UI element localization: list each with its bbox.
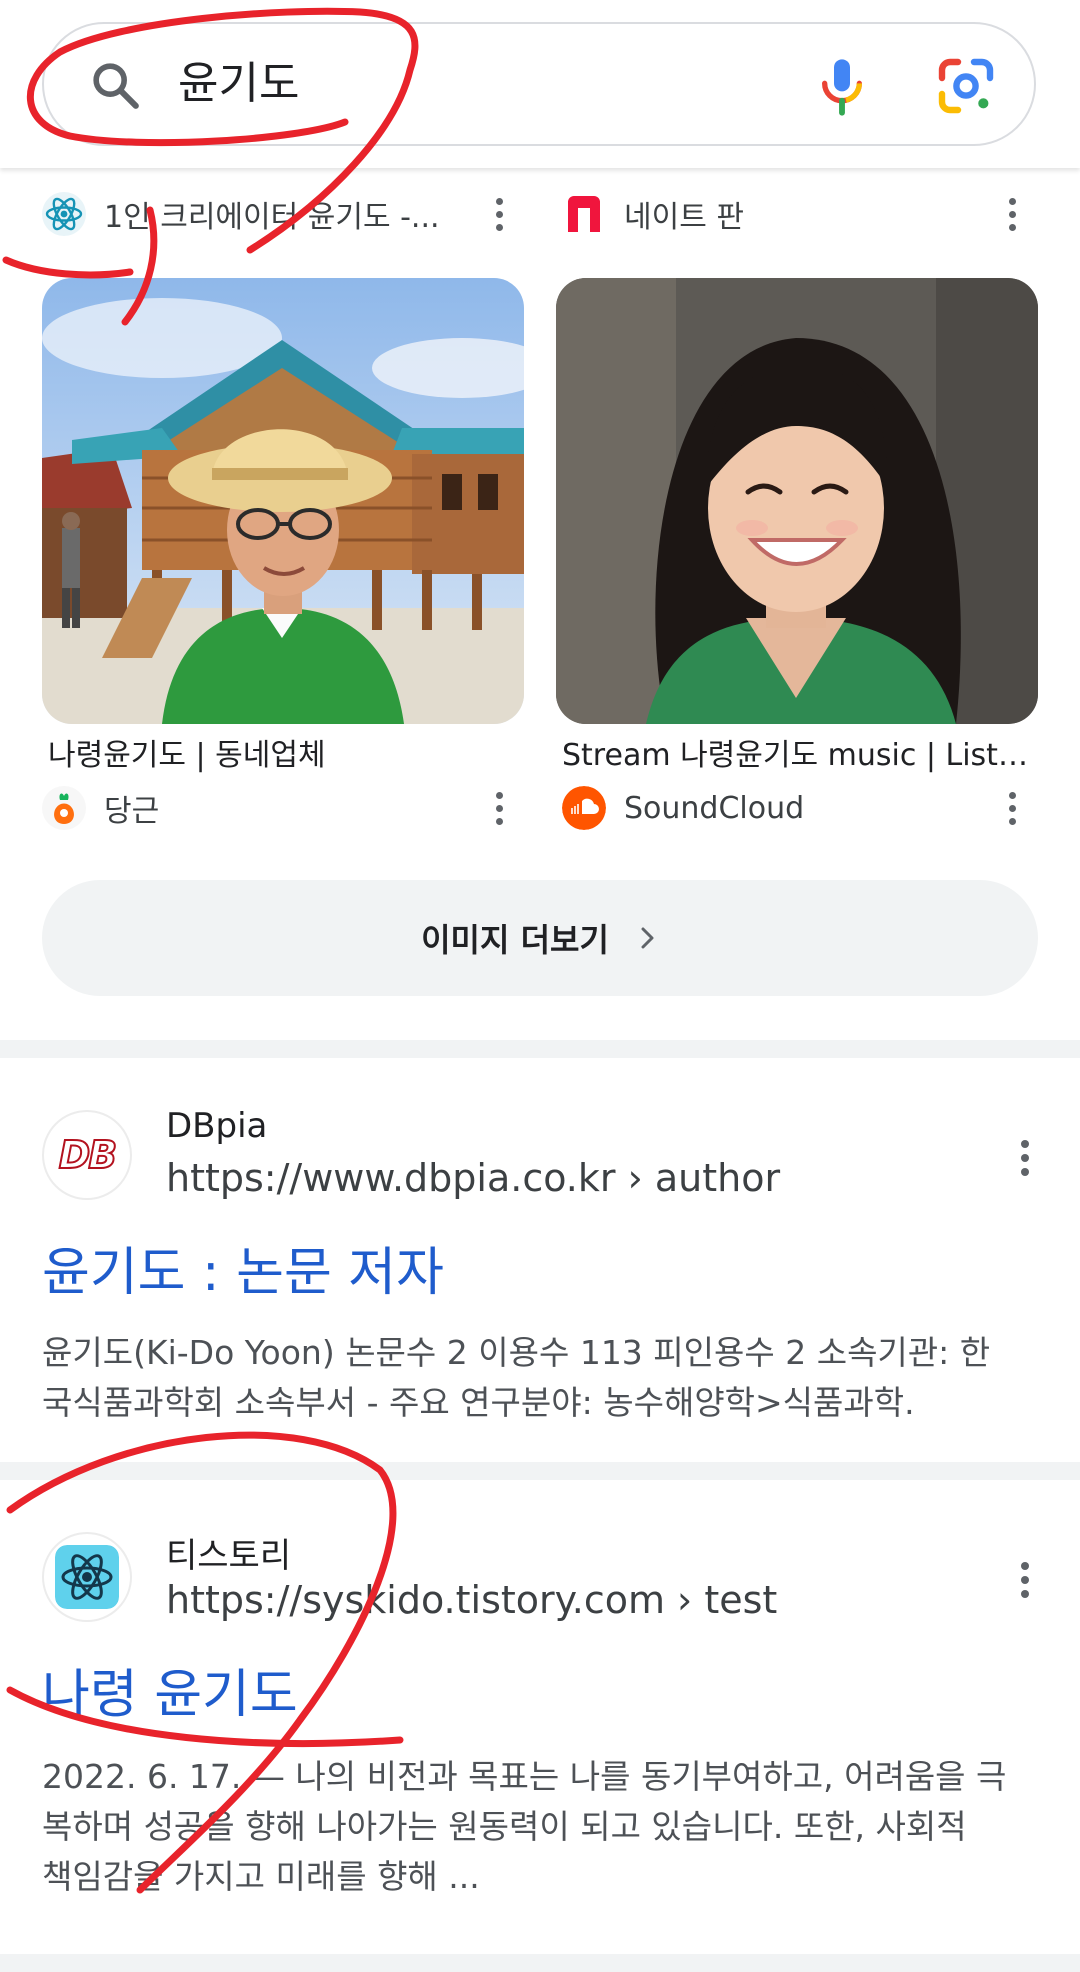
google-lens-icon[interactable] <box>934 54 998 118</box>
more-options-icon[interactable] <box>1010 1548 1040 1608</box>
more-images-label: 이미지 더보기 <box>421 921 609 959</box>
more-options-icon[interactable] <box>484 780 514 836</box>
more-images-button[interactable]: 이미지 더보기 <box>42 880 1038 996</box>
search-input[interactable]: 윤기도 <box>178 54 299 114</box>
nate-logo-icon <box>562 192 606 236</box>
image-source-name: 1인 크리에이터 윤기도 -... <box>104 200 440 235</box>
section-divider <box>0 1462 1080 1480</box>
image-source-row[interactable]: 1인 크리에이터 윤기도 -... <box>42 186 442 242</box>
image-result-thumbnail[interactable] <box>556 278 1038 724</box>
search-icon[interactable] <box>88 58 144 114</box>
result-site-name[interactable]: DBpia <box>166 1106 267 1146</box>
more-options-icon[interactable] <box>484 186 514 242</box>
result-url[interactable]: https://syskido.tistory.com › test <box>166 1578 777 1622</box>
image-source-name: SoundCloud <box>624 790 805 826</box>
soundcloud-icon <box>562 786 606 830</box>
more-options-icon[interactable] <box>1010 1126 1040 1186</box>
result-url[interactable]: https://www.dbpia.co.kr › author <box>166 1156 780 1200</box>
image-source-row[interactable]: SoundCloud <box>562 780 962 836</box>
result-site-name[interactable]: 티스토리 <box>166 1528 291 1577</box>
snippet-line: 윤기도(Ki-Do Yoon) 논문수 2 이용수 113 피인용수 2 소속기… <box>42 1333 991 1372</box>
image-source-row[interactable]: 당근 <box>42 780 442 836</box>
result-title-link[interactable]: 나령 윤기도 <box>42 1662 298 1728</box>
carrot-logo-icon <box>42 786 86 830</box>
smiling-woman-photo <box>556 278 1038 724</box>
search-header: 윤기도 <box>0 0 1080 168</box>
more-options-icon[interactable] <box>997 186 1027 242</box>
image-source-row[interactable]: 네이트 판 <box>562 186 962 242</box>
react-atom-icon <box>42 192 86 236</box>
snippet-line: 2022. 6. 17. — 나의 비전과 목표는 나를 동기부여하고, 어려움… <box>42 1757 1007 1796</box>
snippet-line: 국식품과학회 소속부서 - 주요 연구분야: 농수해양학>식품과학. <box>42 1383 915 1422</box>
result-snippet: 2022. 6. 17. — 나의 비전과 목표는 나를 동기부여하고, 어려움… <box>42 1752 1038 1902</box>
snippet-line: 책임감을 가지고 미래를 향해 ... <box>42 1857 480 1896</box>
section-divider <box>0 1040 1080 1058</box>
chevron-right-icon <box>641 927 654 949</box>
more-options-icon[interactable] <box>997 780 1027 836</box>
react-atom-icon <box>42 1532 132 1622</box>
section-divider <box>0 1954 1080 1972</box>
result-title-link[interactable]: 윤기도 : 논문 저자 <box>42 1240 444 1306</box>
image-result-title[interactable]: 나령윤기도 | 동네업체 <box>48 734 518 778</box>
image-source-name: 네이트 판 <box>624 200 744 235</box>
snippet-line: 복하며 성공을 향해 나아가는 원동력이 되고 있습니다. 또한, 사회적 <box>42 1807 967 1846</box>
man-with-straw-hat-photo <box>42 278 524 724</box>
result-snippet: 윤기도(Ki-Do Yoon) 논문수 2 이용수 113 피인용수 2 소속기… <box>42 1328 1038 1428</box>
image-result-title[interactable]: Stream 나령윤기도 music | Liste... <box>562 734 1032 778</box>
microphone-icon[interactable] <box>810 54 874 118</box>
image-result-thumbnail[interactable] <box>42 278 524 724</box>
image-source-name: 당근 <box>104 794 160 829</box>
search-bar[interactable]: 윤기도 <box>42 22 1036 146</box>
dbpia-favicon-icon: DB <box>42 1110 132 1200</box>
